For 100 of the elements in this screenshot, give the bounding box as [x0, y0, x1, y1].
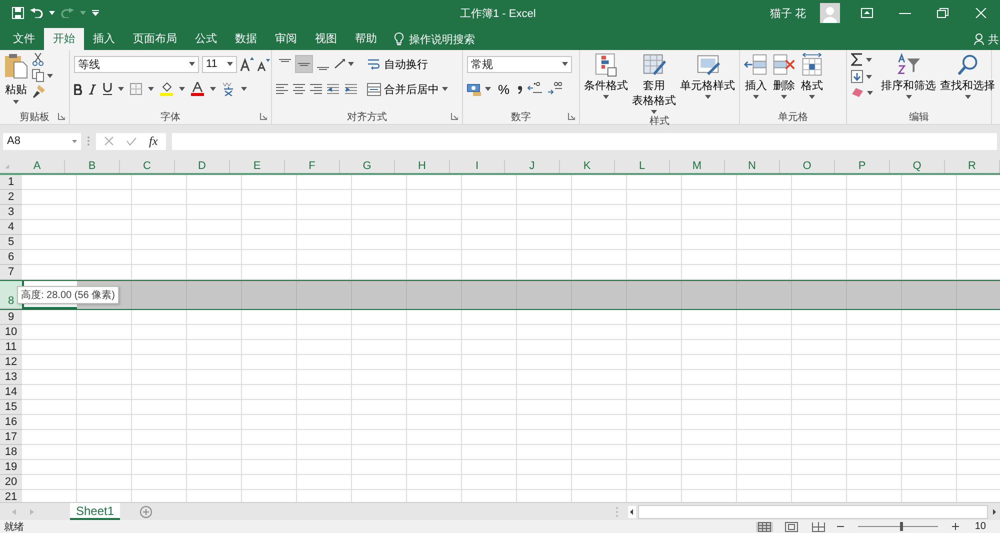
sheet-tab[interactable]: Sheet1 [70, 503, 120, 520]
formula-input[interactable] [172, 132, 997, 150]
column-header[interactable]: B [65, 160, 120, 173]
page-layout-icon[interactable] [784, 522, 798, 532]
bold-icon[interactable] [74, 84, 83, 94]
row-header[interactable]: 6 [0, 250, 22, 265]
ribbon-display-icon[interactable] [861, 8, 873, 18]
caret-icon[interactable] [241, 87, 247, 91]
cells-button[interactable]: 删除 [772, 53, 796, 109]
align-left-icon[interactable] [276, 82, 288, 96]
row-header[interactable]: 21 [0, 490, 22, 502]
decrease-decimal-icon[interactable] [546, 82, 563, 96]
row-header[interactable]: 15 [0, 400, 22, 415]
paintbrush-icon[interactable] [32, 85, 45, 98]
eraser-icon[interactable] [851, 87, 864, 98]
caret-icon[interactable] [49, 11, 55, 15]
caret-icon[interactable] [179, 87, 185, 91]
close-icon[interactable] [975, 8, 987, 18]
shrink-font-icon[interactable] [257, 58, 270, 70]
caret-icon[interactable] [866, 58, 872, 62]
column-header[interactable]: Q [890, 160, 945, 173]
slider-thumb[interactable] [900, 522, 904, 531]
underline-icon[interactable] [103, 83, 112, 95]
increase-decimal-icon[interactable] [526, 82, 543, 96]
scissors-icon[interactable] [32, 53, 44, 66]
caret-icon[interactable] [348, 62, 354, 66]
caret-icon[interactable] [148, 87, 154, 91]
row-header[interactable]: 19 [0, 460, 22, 475]
ribbon-tab[interactable]: 审阅 [266, 28, 306, 50]
column-header[interactable]: J [505, 160, 560, 173]
orientation-icon[interactable] [333, 58, 347, 70]
caret-icon[interactable] [210, 87, 216, 91]
caret-icon[interactable] [866, 74, 872, 78]
style-button[interactable]: 套用 表格格式 [632, 53, 676, 114]
cells-button[interactable]: 插入 [744, 53, 768, 109]
fill-down-icon[interactable] [851, 70, 863, 83]
align-right-icon[interactable] [310, 82, 322, 96]
increase-indent-icon[interactable] [345, 82, 358, 96]
lightbulb-icon[interactable] [394, 32, 404, 46]
row-header[interactable]: 5 [0, 235, 22, 250]
column-header[interactable]: P [835, 160, 890, 173]
column-header[interactable]: F [285, 160, 340, 173]
column-header[interactable]: E [230, 160, 285, 173]
column-header[interactable]: N [725, 160, 780, 173]
italic-icon[interactable] [89, 84, 97, 94]
column-header[interactable]: K [560, 160, 615, 173]
scroll-left-icon[interactable] [628, 506, 636, 518]
percent-button[interactable]: % [495, 82, 513, 96]
customize-icon[interactable] [92, 10, 99, 16]
font-color-icon[interactable] [191, 82, 204, 96]
row-header[interactable]: 3 [0, 205, 22, 220]
row-header[interactable]: 12 [0, 355, 22, 370]
normal-view-icon[interactable] [758, 522, 771, 532]
zoom-out-icon[interactable] [836, 523, 844, 530]
editing-button[interactable]: 查找和选择 [940, 53, 995, 109]
sigma-icon[interactable] [851, 53, 863, 66]
undo-icon[interactable] [30, 8, 43, 18]
style-button[interactable]: 条件格式 [584, 53, 628, 114]
style-button[interactable]: 单元格样式 [680, 53, 735, 114]
row-header[interactable]: 16 [0, 415, 22, 430]
column-header[interactable]: L [615, 160, 670, 173]
merge-center-button[interactable]: 合并后居中 [367, 82, 448, 96]
row-header[interactable]: 10 [0, 325, 22, 340]
wrap-text-button[interactable]: 自动换行 [367, 56, 428, 72]
fill-color-icon[interactable] [160, 82, 173, 96]
column-header[interactable]: R [945, 160, 1000, 173]
ribbon-tab[interactable]: 帮助 [346, 28, 386, 50]
column-header[interactable]: H [395, 160, 450, 173]
share-button[interactable]: 共 [988, 32, 999, 46]
row-header[interactable]: 1 [0, 175, 22, 190]
caret-icon[interactable] [118, 87, 124, 91]
paste-button[interactable]: 粘贴 [4, 53, 28, 109]
row-header[interactable]: 4 [0, 220, 22, 235]
caret-icon[interactable] [485, 87, 491, 91]
check-icon[interactable] [126, 136, 137, 146]
person-icon[interactable] [974, 33, 985, 45]
dialog-launcher-icon[interactable] [568, 113, 575, 120]
row-header[interactable]: 17 [0, 430, 22, 445]
selected-cells[interactable] [77, 281, 1000, 309]
dialog-launcher-icon[interactable] [451, 113, 458, 120]
row-header[interactable]: 13 [0, 370, 22, 385]
add-sheet-icon[interactable] [140, 506, 152, 518]
row-header[interactable]: 9 [0, 310, 22, 325]
column-header[interactable]: G [340, 160, 395, 173]
column-header[interactable]: M [670, 160, 725, 173]
row-header[interactable]: 7 [0, 265, 22, 280]
zoom-in-icon[interactable] [952, 523, 959, 530]
name-box[interactable]: A8 [3, 132, 81, 150]
comma-style-icon[interactable] [516, 84, 523, 94]
row-header[interactable]: 11 [0, 340, 22, 355]
caret-icon[interactable] [47, 74, 53, 78]
ribbon-tab[interactable]: 公式 [186, 28, 226, 50]
horizontal-scrollbar[interactable] [638, 504, 988, 518]
page-break-icon[interactable] [812, 522, 825, 532]
borders-icon[interactable] [130, 83, 142, 95]
zoom-level[interactable]: 10 [974, 521, 986, 532]
tell-me-search[interactable]: 操作说明搜索 [409, 32, 475, 46]
row-header[interactable]: 2 [0, 190, 22, 205]
ribbon-tab[interactable]: 开始 [44, 28, 84, 50]
font-size-field[interactable]: 11 [202, 56, 237, 72]
